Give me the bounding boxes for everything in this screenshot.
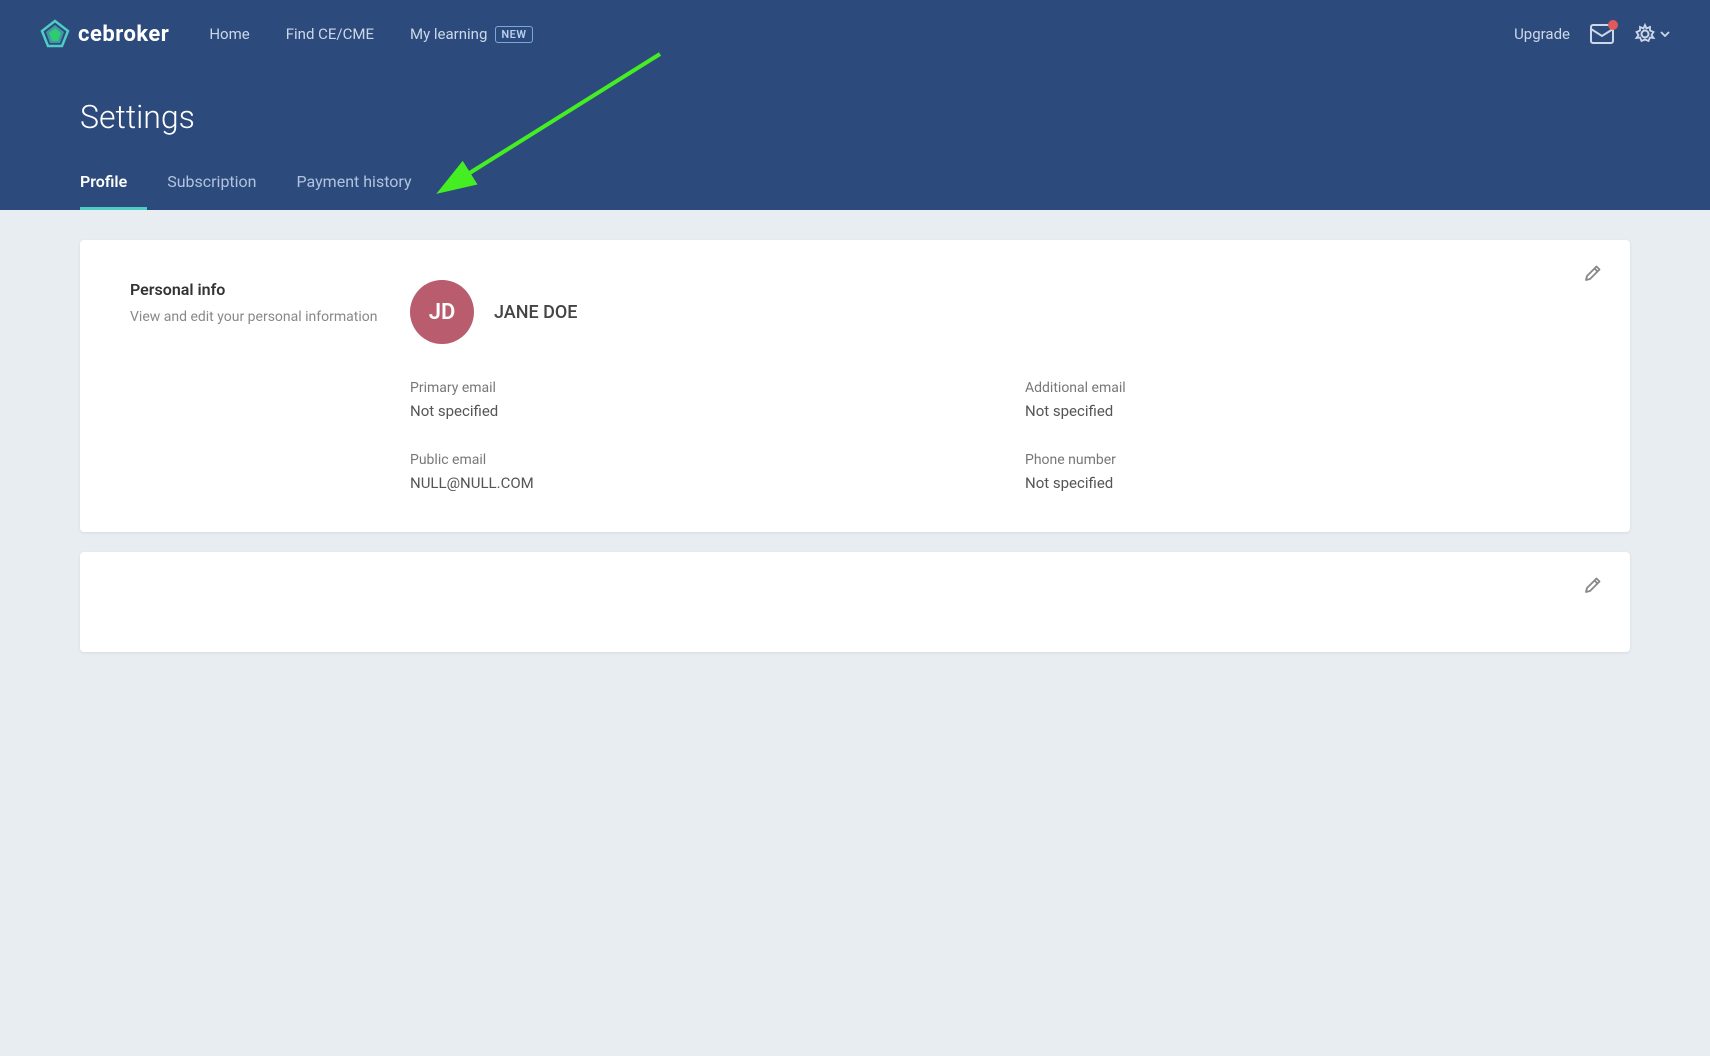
primary-email-label: Primary email [410,380,965,396]
tab-profile[interactable]: Profile [80,164,147,210]
personal-info-card: Personal info View and edit your persona… [80,240,1630,532]
settings-header: Settings Profile Subscription Payment hi… [0,68,1710,210]
personal-info-desc: View and edit your personal information [130,307,410,328]
pencil-icon-2 [1584,576,1602,594]
tab-payment-history[interactable]: Payment history [297,164,432,210]
mail-notification-badge [1608,20,1618,30]
avatar: JD [410,280,474,344]
public-email-label: Public email [410,452,965,468]
public-email-field: Public email NULL@NULL.COM [410,452,965,492]
phone-number-value: Not specified [1025,474,1580,492]
additional-email-label: Additional email [1025,380,1580,396]
user-info-row: JD JANE DOE [410,280,1580,344]
page-title: Settings [80,98,1630,136]
personal-info-left: Personal info View and edit your persona… [130,280,410,492]
personal-info-layout: Personal info View and edit your persona… [130,280,1580,492]
primary-email-value: Not specified [410,402,965,420]
primary-email-field: Primary email Not specified [410,380,965,420]
additional-email-value: Not specified [1025,402,1580,420]
new-badge: NEW [495,26,532,43]
nav-links: Home Find CE/CME My learning NEW [209,25,1514,43]
upgrade-link[interactable]: Upgrade [1514,25,1570,43]
second-card [80,552,1630,652]
logo-text: cebroker [78,22,169,47]
nav-my-learning[interactable]: My learning NEW [410,25,533,43]
tab-subscription[interactable]: Subscription [167,164,276,210]
public-email-value: NULL@NULL.COM [410,474,965,492]
main-content: Personal info View and edit your persona… [0,210,1710,1010]
settings-tabs: Profile Subscription Payment history [80,164,1630,210]
nav-home[interactable]: Home [209,25,249,43]
mail-button[interactable] [1590,24,1614,44]
edit-personal-info-button[interactable] [1584,264,1602,287]
logo[interactable]: cebroker [40,19,169,49]
edit-second-card-button[interactable] [1584,576,1602,599]
settings-dropdown[interactable] [1634,23,1670,45]
phone-number-field: Phone number Not specified [1025,452,1580,492]
personal-info-title: Personal info [130,280,410,299]
nav-right: Upgrade [1514,23,1670,45]
nav-find-ce[interactable]: Find CE/CME [286,25,374,43]
additional-email-field: Additional email Not specified [1025,380,1580,420]
fields-grid: Primary email Not specified Additional e… [410,380,1580,492]
phone-number-label: Phone number [1025,452,1580,468]
personal-info-right: JD JANE DOE Primary email Not specified … [410,280,1580,492]
logo-icon [40,19,70,49]
navbar: cebroker Home Find CE/CME My learning NE… [0,0,1710,68]
gear-icon [1634,23,1656,45]
pencil-icon [1584,264,1602,282]
user-name: JANE DOE [494,302,577,323]
chevron-down-icon [1660,31,1670,37]
